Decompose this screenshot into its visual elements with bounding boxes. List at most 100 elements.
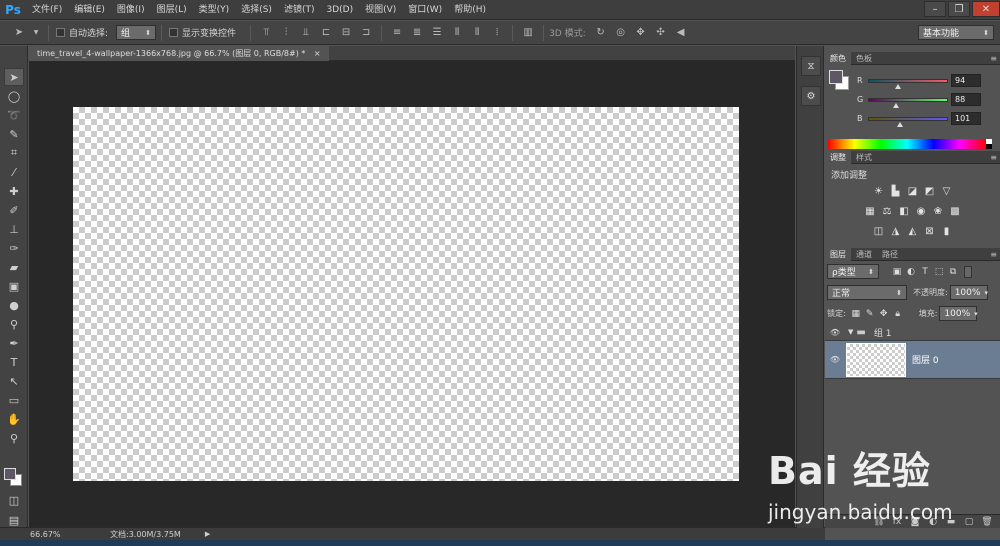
quick-mask-icon[interactable]: ◫ [4,491,24,509]
tab-adjustments[interactable]: 调整 [825,150,851,164]
new-group-icon[interactable]: ▬ [944,516,958,528]
align-bottom-icon[interactable]: ⫫ [299,26,313,40]
clone-stamp-tool-icon[interactable]: ⊥ [4,220,24,238]
green-channel-thumb[interactable] [893,103,899,108]
align-right-icon[interactable]: ⊐ [359,26,373,40]
show-transform-checkbox[interactable] [169,28,179,37]
selective-color-icon[interactable]: ▮ [939,225,954,238]
rotate-3d-icon[interactable]: ↻ [594,26,608,40]
lasso-tool-icon[interactable]: ➰ [4,106,24,124]
lock-transparency-icon[interactable]: ▦ [850,308,862,320]
document-tab[interactable]: time_travel_4-wallpaper-1366x768.jpg @ 6… [29,46,329,61]
levels-icon[interactable]: ▙ [888,185,903,198]
brush-tool-icon[interactable]: ✐ [4,201,24,219]
align-hcenter-icon[interactable]: ⊟ [339,26,353,40]
tab-color[interactable]: 颜色 [825,51,851,65]
red-channel-value[interactable]: 94 [951,74,981,87]
workspace-dropdown[interactable]: 基本功能 ⬍ [918,25,994,40]
marquee-tool-icon[interactable]: ◯ [4,87,24,105]
distribute-hcenter-icon[interactable]: ⫴ [470,26,484,40]
layer-group-row[interactable]: 👁︎ ▼ ▬ 组 1 [825,324,1000,341]
blend-mode-dropdown[interactable]: 正常 ⬍ [827,285,907,300]
group-expand-arrow-icon[interactable]: ▼ [848,328,853,336]
menu-3d[interactable]: 3D(D) [320,0,359,20]
path-select-tool-icon[interactable]: ↖ [4,372,24,390]
menu-type[interactable]: 类型(Y) [193,0,236,20]
curves-icon[interactable]: ◪ [905,185,920,198]
tab-paths[interactable]: 路径 [877,248,903,261]
gradient-tool-icon[interactable]: ▣ [4,277,24,295]
rectangle-tool-icon[interactable]: ▭ [4,391,24,409]
channel-mixer-icon[interactable]: ❀ [931,205,946,218]
distribute-bottom-icon[interactable]: ☰ [430,26,444,40]
black-white-ramp[interactable] [986,139,992,149]
auto-align-icon[interactable]: ▥ [521,26,535,40]
distribute-right-icon[interactable]: ⦙ [490,26,504,40]
red-channel-slider[interactable] [868,79,948,83]
foreground-color-chip[interactable] [829,70,843,84]
blur-tool-icon[interactable]: ● [4,296,24,314]
foreground-color-swatch[interactable] [4,468,16,480]
tab-styles[interactable]: 样式 [851,151,877,164]
new-adjustment-layer-icon[interactable]: ◐ [926,516,940,528]
auto-select-dropdown[interactable]: 组 ⬍ [116,25,157,40]
drag-3d-icon[interactable]: ✥ [634,26,648,40]
filter-type-icon[interactable]: T [919,266,931,278]
opacity-input[interactable]: 100% ▾ [949,285,988,300]
tab-swatches[interactable]: 色板 [851,52,877,65]
roll-3d-icon[interactable]: ◎ [614,26,628,40]
layer-filter-dropdown[interactable]: ρ类型 ⬍ [827,264,879,279]
distribute-vcenter-icon[interactable]: ≣ [410,26,424,40]
scale-3d-icon[interactable]: ◀ [674,26,688,40]
photo-filter-icon[interactable]: ◉ [914,205,929,218]
color-balance-icon[interactable]: ⚖ [880,205,895,218]
fill-input[interactable]: 100% ▾ [939,306,978,321]
menu-file[interactable]: 文件(F) [26,0,68,20]
threshold-icon[interactable]: ◭ [905,225,920,238]
zoom-tool-icon[interactable]: ⚲ [4,429,24,447]
layer-style-icon[interactable]: fx [890,516,904,528]
align-top-icon[interactable]: ⫪ [259,26,273,40]
align-vcenter-icon[interactable]: ⫶ [279,26,293,40]
lock-image-icon[interactable]: ✎ [864,308,876,320]
menu-image[interactable]: 图像(I) [111,0,151,20]
lock-position-icon[interactable]: ✥ [878,308,890,320]
posterize-icon[interactable]: ◮ [888,225,903,238]
tab-channels[interactable]: 通道 [851,248,877,261]
add-mask-icon[interactable]: ◙ [908,516,922,528]
blue-channel-value[interactable]: 101 [951,112,981,125]
zoom-level[interactable]: 66.67% [0,530,66,539]
brightness-contrast-icon[interactable]: ☀ [871,185,886,198]
delete-layer-icon[interactable]: 🗑︎ [980,516,994,528]
history-brush-tool-icon[interactable]: ✑ [4,239,24,257]
preset-dropdown-arrow-icon[interactable]: ▼ [32,26,40,40]
restore-button[interactable]: ❐ [948,1,970,17]
menu-view[interactable]: 视图(V) [359,0,402,20]
auto-select-checkbox[interactable] [56,28,65,37]
filter-pixel-icon[interactable]: ▣ [891,266,903,278]
blue-channel-thumb[interactable] [897,122,903,127]
black-white-icon[interactable]: ◧ [897,205,912,218]
lock-all-icon[interactable]: 🔒︎ [892,308,904,320]
quick-select-tool-icon[interactable]: ✎ [4,125,24,143]
eyedropper-tool-icon[interactable]: ⁄ [4,163,24,181]
document-workspace[interactable] [29,61,795,527]
panel-menu-icon[interactable]: ≡ [990,248,997,261]
green-channel-value[interactable]: 88 [951,93,981,106]
slide-3d-icon[interactable]: ✣ [654,26,668,40]
minimize-button[interactable]: – [924,1,946,17]
status-menu-arrow-icon[interactable]: ▶ [205,530,210,538]
link-layers-icon[interactable]: ⛓ [872,516,886,528]
green-channel-slider[interactable] [868,98,948,102]
eraser-tool-icon[interactable]: ▰ [4,258,24,276]
menu-window[interactable]: 窗口(W) [402,0,448,20]
filter-smart-object-icon[interactable]: ⧉ [947,266,959,278]
menu-edit[interactable]: 编辑(E) [68,0,111,20]
visibility-eye-icon[interactable]: 👁︎ [828,353,842,367]
history-panel-icon[interactable]: ⧖ [801,56,821,76]
menu-select[interactable]: 选择(S) [235,0,278,20]
properties-panel-icon[interactable]: ⚙ [801,86,821,106]
filter-toggle-switch[interactable] [964,265,972,278]
filter-adjustment-icon[interactable]: ◐ [905,266,917,278]
healing-brush-tool-icon[interactable]: ✚ [4,182,24,200]
